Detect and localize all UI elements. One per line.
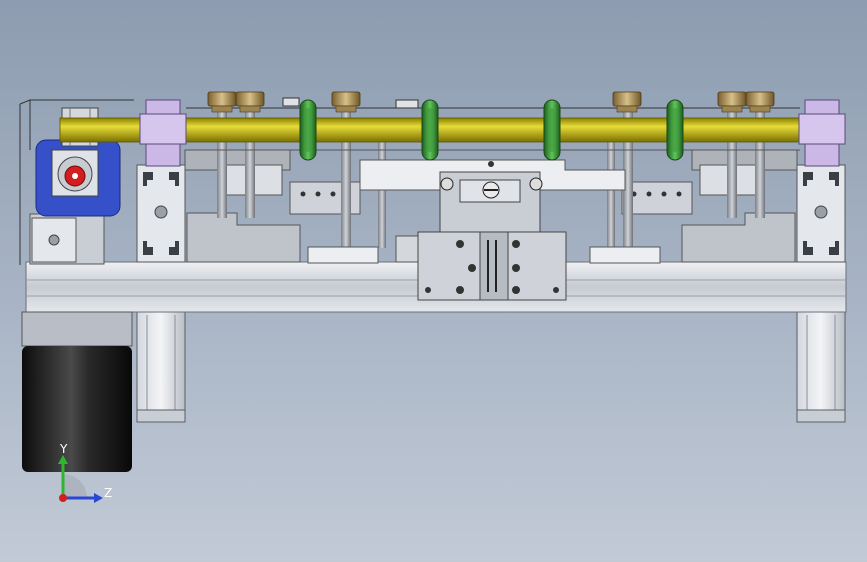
z-axis-label: Z xyxy=(104,486,112,500)
y-axis-label: Y xyxy=(59,442,68,456)
roller-2 xyxy=(235,91,265,113)
o-ring-3[interactable] xyxy=(543,99,561,161)
o-ring-2[interactable] xyxy=(421,99,439,161)
roller-4 xyxy=(612,91,642,113)
x-axis-dot xyxy=(59,494,67,502)
o-ring-1[interactable] xyxy=(299,99,317,161)
left-bracket xyxy=(184,149,361,263)
right-bearing-block[interactable] xyxy=(798,99,846,167)
right-extrusion xyxy=(796,164,846,263)
roller-3 xyxy=(331,91,361,113)
roller-5 xyxy=(717,91,747,113)
right-bracket xyxy=(621,149,798,263)
o-ring-4[interactable] xyxy=(666,99,684,161)
roller-6 xyxy=(745,91,775,113)
roller-1 xyxy=(207,91,237,113)
cad-viewport[interactable]: Y Z xyxy=(0,0,867,562)
left-bearing-block[interactable] xyxy=(139,99,187,167)
assembly-model[interactable]: Y Z xyxy=(0,0,867,562)
